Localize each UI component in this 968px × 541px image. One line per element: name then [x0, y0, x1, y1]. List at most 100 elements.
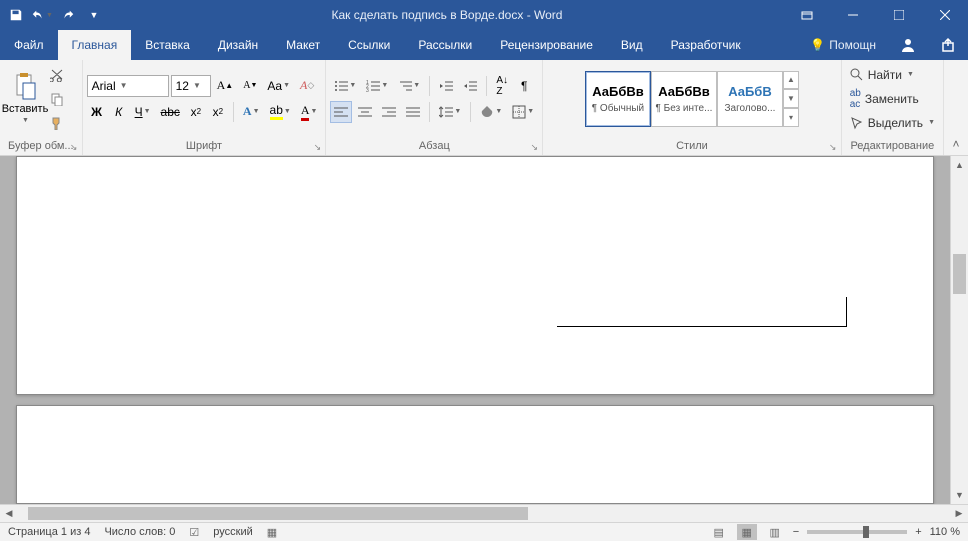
dec-indent-button[interactable] [435, 75, 457, 97]
bullets-button[interactable]: ▼ [330, 75, 360, 97]
find-button[interactable]: Найти▼ [846, 64, 939, 86]
highlight-button[interactable]: ab▼ [266, 101, 295, 123]
tab-layout[interactable]: Макет [272, 30, 334, 60]
numbering-button[interactable]: 123▼ [362, 75, 392, 97]
document-page-1[interactable] [16, 156, 934, 395]
text-effects-button[interactable]: A▼ [239, 101, 264, 123]
ribbon-display-button[interactable] [784, 0, 830, 30]
paste-button[interactable]: Вставить▼ [4, 69, 46, 128]
share-button[interactable] [928, 37, 968, 53]
quick-access-toolbar: ▼ ▼ [0, 3, 110, 27]
qat-customize-button[interactable]: ▼ [82, 3, 106, 27]
horizontal-scrollbar[interactable]: ◀ ▶ [0, 504, 968, 522]
shading-button[interactable]: ▼ [476, 101, 506, 123]
bulb-icon: 💡 [810, 38, 825, 52]
document-page-2[interactable] [16, 405, 934, 504]
style-no-spacing[interactable]: АаБбВв¶ Без инте... [651, 71, 717, 127]
change-case-button[interactable]: Aa▼ [263, 75, 294, 97]
italic-button[interactable]: К [109, 101, 129, 123]
line-spacing-button[interactable]: ▼ [435, 101, 465, 123]
scroll-up-button[interactable]: ▲ [951, 156, 968, 174]
styles-launcher[interactable]: ↘ [827, 141, 839, 153]
read-mode-button[interactable]: ▤ [709, 524, 729, 540]
tab-file[interactable]: Файл [0, 30, 58, 60]
hscroll-thumb[interactable] [28, 507, 528, 520]
save-button[interactable] [4, 3, 28, 27]
scroll-left-button[interactable]: ◀ [0, 505, 18, 522]
tab-review[interactable]: Рецензирование [486, 30, 607, 60]
justify-button[interactable] [402, 101, 424, 123]
superscript-button[interactable]: x2 [208, 101, 228, 123]
paragraph-launcher[interactable]: ↘ [528, 141, 540, 153]
select-button[interactable]: Выделить▼ [846, 112, 939, 134]
borders-button[interactable]: ▼ [508, 101, 538, 123]
macro-icon[interactable]: ▦ [267, 526, 277, 539]
format-painter-button[interactable] [46, 112, 68, 134]
replace-button[interactable]: abacЗаменить [846, 88, 939, 110]
clipboard-launcher[interactable]: ↘ [68, 141, 80, 153]
search-icon [850, 68, 864, 82]
bold-button[interactable]: Ж [87, 101, 107, 123]
minimize-button[interactable] [830, 0, 876, 30]
numbering-icon: 123 [366, 80, 380, 92]
web-layout-button[interactable]: ▥ [765, 524, 785, 540]
sort-button[interactable]: A↓Z [492, 75, 512, 97]
styles-expand[interactable]: ▾ [783, 108, 799, 127]
grow-font-button[interactable]: A▲ [213, 75, 238, 97]
zoom-in-button[interactable]: + [915, 526, 921, 538]
styles-scroll-down[interactable]: ▼ [783, 89, 799, 108]
tab-mailings[interactable]: Рассылки [404, 30, 486, 60]
redo-button[interactable] [56, 3, 80, 27]
styles-group: АаБбВв¶ Обычный АаБбВв¶ Без инте... АаБб… [543, 60, 841, 155]
align-center-button[interactable] [354, 101, 376, 123]
cut-button[interactable] [46, 64, 68, 86]
close-button[interactable] [922, 0, 968, 30]
replace-icon: abac [850, 88, 861, 110]
subscript-button[interactable]: x2 [186, 101, 206, 123]
font-name-combo[interactable]: Arial▼ [87, 75, 169, 97]
vertical-scrollbar[interactable]: ▲ ▼ [950, 156, 968, 504]
multilevel-button[interactable]: ▼ [394, 75, 424, 97]
page-indicator[interactable]: Страница 1 из 4 [8, 526, 90, 538]
tell-me-button[interactable]: 💡Помощн [798, 38, 888, 52]
inc-indent-button[interactable] [459, 75, 481, 97]
align-left-button[interactable] [330, 101, 352, 123]
svg-text:3: 3 [366, 88, 369, 92]
language-indicator[interactable]: русский [213, 526, 252, 538]
underline-button[interactable]: Ч▼ [131, 101, 155, 123]
collapse-ribbon-button[interactable]: ˄ [944, 60, 968, 155]
font-color-button[interactable]: A▼ [297, 101, 322, 123]
shrink-font-button[interactable]: A▼ [239, 75, 261, 97]
tab-view[interactable]: Вид [607, 30, 657, 60]
undo-button[interactable]: ▼ [30, 3, 54, 27]
scroll-right-button[interactable]: ▶ [950, 505, 968, 522]
tab-insert[interactable]: Вставка [131, 30, 204, 60]
style-normal[interactable]: АаБбВв¶ Обычный [585, 71, 651, 127]
maximize-button[interactable] [876, 0, 922, 30]
tab-home[interactable]: Главная [58, 30, 132, 60]
font-size-combo[interactable]: 12▼ [171, 75, 211, 97]
zoom-slider[interactable] [807, 530, 907, 534]
word-count[interactable]: Число слов: 0 [104, 526, 175, 538]
title-bar: ▼ ▼ Как сделать подпись в Ворде.docx - W… [0, 0, 968, 30]
scroll-down-button[interactable]: ▼ [951, 486, 968, 504]
account-button[interactable] [888, 37, 928, 53]
font-launcher[interactable]: ↘ [311, 141, 323, 153]
cursor-icon [850, 116, 864, 130]
show-marks-button[interactable]: ¶ [514, 75, 534, 97]
copy-button[interactable] [46, 88, 68, 110]
tab-developer[interactable]: Разработчик [657, 30, 755, 60]
tab-references[interactable]: Ссылки [334, 30, 404, 60]
tab-design[interactable]: Дизайн [204, 30, 272, 60]
align-right-button[interactable] [378, 101, 400, 123]
zoom-level[interactable]: 110 % [930, 526, 960, 538]
strike-button[interactable]: abc [157, 101, 184, 123]
print-layout-button[interactable]: ▦ [737, 524, 757, 540]
vscroll-thumb[interactable] [953, 254, 966, 294]
signature-line[interactable] [557, 297, 847, 327]
spell-check-icon[interactable]: ☑ [189, 526, 199, 539]
styles-scroll-up[interactable]: ▲ [783, 71, 799, 90]
zoom-out-button[interactable]: − [793, 526, 799, 538]
clear-format-button[interactable]: A◇ [296, 75, 318, 97]
style-heading1[interactable]: АаБбВЗаголово... [717, 71, 783, 127]
